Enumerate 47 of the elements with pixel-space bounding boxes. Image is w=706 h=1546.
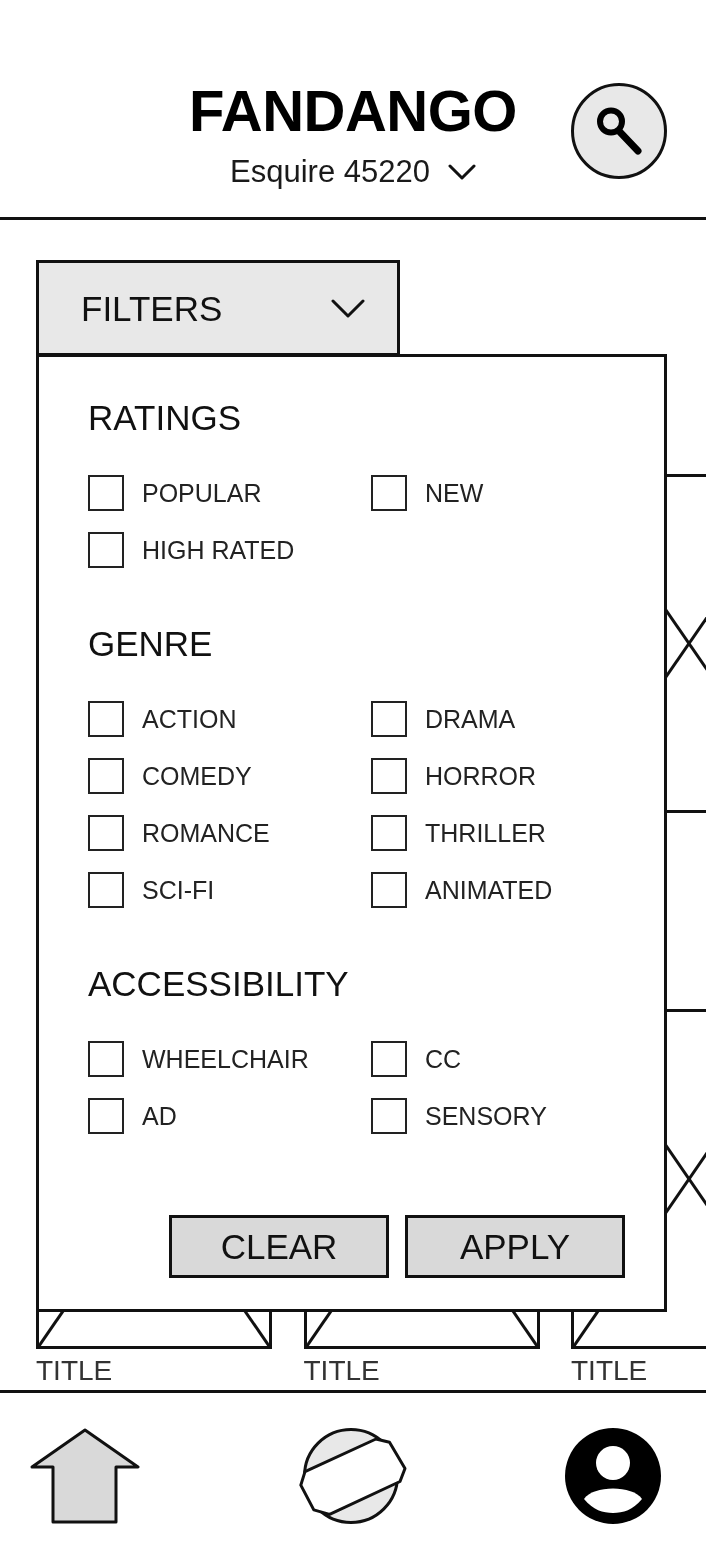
option-label: ANIMATED	[425, 877, 553, 903]
option-label: THRILLER	[425, 820, 546, 846]
option-label: COMEDY	[142, 763, 252, 789]
brand-title: FANDANGO	[189, 82, 517, 140]
option-label: NEW	[425, 480, 484, 506]
chevron-down-icon	[447, 163, 476, 180]
option-label: CC	[425, 1046, 462, 1072]
checkbox[interactable]	[88, 1098, 124, 1134]
up-arrow-icon[interactable]	[30, 1427, 140, 1524]
option-label: HIGH RATED	[142, 537, 295, 563]
checkbox[interactable]	[88, 872, 124, 908]
option-label: HORROR	[425, 763, 537, 789]
option-label: SCI-FI	[142, 877, 215, 903]
location-selector[interactable]: Esquire 45220	[230, 156, 476, 187]
checkbox[interactable]	[371, 701, 407, 737]
option-label: POPULAR	[142, 480, 262, 506]
section-heading: RATINGS	[88, 400, 242, 435]
checkbox[interactable]	[371, 758, 407, 794]
option-label: SENSORY	[425, 1103, 547, 1129]
checkbox[interactable]	[88, 532, 124, 568]
checkbox[interactable]	[371, 1098, 407, 1134]
user-icon[interactable]	[565, 1427, 661, 1524]
movie-title: TITLE	[303, 1356, 381, 1385]
option-label: ROMANCE	[142, 820, 270, 846]
movie-title: TITLE	[571, 1356, 649, 1385]
search-icon	[596, 107, 642, 155]
checkbox[interactable]	[371, 1041, 407, 1077]
clear-button[interactable]: CLEAR	[169, 1215, 389, 1278]
checkbox[interactable]	[88, 815, 124, 851]
filters-dropdown[interactable]: FILTERS	[36, 260, 400, 356]
option-label: WHEELCHAIR	[142, 1046, 309, 1072]
checkbox[interactable]	[88, 758, 124, 794]
checkbox[interactable]	[371, 475, 407, 511]
section-heading: GENRE	[88, 626, 214, 661]
section-heading: ACCESSIBILITY	[88, 966, 350, 1001]
option-label: DRAMA	[425, 706, 516, 732]
option-label: AD	[142, 1103, 177, 1129]
checkbox[interactable]	[88, 1041, 124, 1077]
checkbox[interactable]	[371, 815, 407, 851]
checkbox[interactable]	[371, 872, 407, 908]
movie-title: TITLE	[36, 1356, 114, 1385]
striped-circle-icon[interactable]	[298, 1426, 407, 1525]
option-label: ACTION	[142, 706, 237, 732]
chevron-down-icon	[331, 298, 365, 318]
checkbox[interactable]	[88, 701, 124, 737]
apply-button[interactable]: APPLY	[405, 1215, 625, 1278]
checkbox[interactable]	[88, 475, 124, 511]
